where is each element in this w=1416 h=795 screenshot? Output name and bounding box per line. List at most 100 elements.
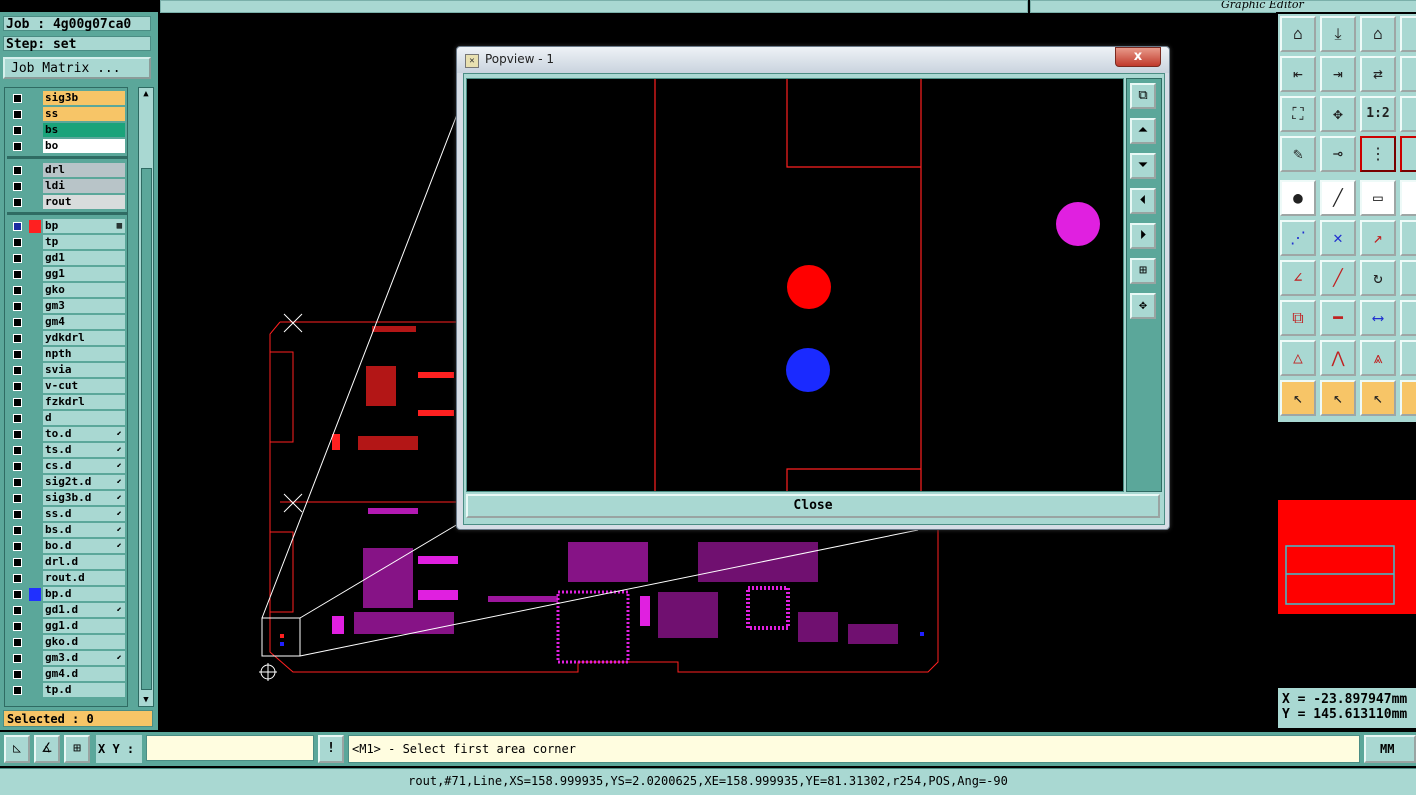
layer-checkbox[interactable] — [13, 478, 22, 487]
layer-row[interactable]: bp ▦ — [7, 219, 127, 234]
layer-row[interactable]: drl.d — [7, 555, 127, 570]
layer-row[interactable]: v-cut — [7, 379, 127, 394]
layer-name[interactable]: rout — [43, 195, 125, 209]
layer-checkbox[interactable] — [13, 590, 22, 599]
pan-right-icon[interactable]: ⏵ — [1130, 223, 1156, 249]
tool-clipped[interactable] — [1400, 96, 1416, 132]
layer-checkbox[interactable] — [13, 638, 22, 647]
layer-name[interactable]: gd1.d ⬋ — [43, 603, 125, 617]
layer-checkbox[interactable] — [13, 166, 22, 175]
layer-row[interactable]: to.d ⬋ — [7, 427, 127, 442]
triangle-up-icon[interactable]: ⋀ — [1320, 340, 1356, 376]
zoom-fit-icon[interactable]: ⧉ — [1130, 83, 1156, 109]
layer-row[interactable]: gm4 — [7, 315, 127, 330]
layer-name[interactable]: v-cut — [43, 379, 125, 393]
select-pad-icon[interactable]: ● — [1280, 180, 1316, 216]
layer-name[interactable]: ts.d ⬋ — [43, 443, 125, 457]
layer-checkbox[interactable] — [13, 446, 22, 455]
layer-list[interactable]: sig3b ss bs bo drl ldi rout bp ▦ tp gd1 gg1 gko gm3 gm… — [4, 87, 128, 707]
fit-window-icon[interactable]: ⛶ — [1280, 96, 1316, 132]
pan-down-icon[interactable]: ⏷ — [1130, 153, 1156, 179]
popview-canvas[interactable] — [466, 78, 1124, 492]
layer-row[interactable]: ss — [7, 107, 127, 122]
layer-row[interactable]: rout.d — [7, 571, 127, 586]
line-red-icon[interactable]: ╱ — [1320, 180, 1356, 216]
layer-name[interactable]: gm4 — [43, 315, 125, 329]
tool-clipped[interactable] — [1400, 16, 1416, 52]
alert-icon[interactable]: ! — [318, 735, 344, 763]
tool-clipped[interactable] — [1400, 56, 1416, 92]
layer-row[interactable]: cs.d ⬋ — [7, 459, 127, 474]
layer-name[interactable]: to.d ⬋ — [43, 427, 125, 441]
layer-name[interactable]: drl — [43, 163, 125, 177]
pointer-octagon-icon[interactable]: ↖ — [1360, 380, 1396, 416]
layer-checkbox[interactable] — [13, 654, 22, 663]
layer-name[interactable]: tp — [43, 235, 125, 249]
cross-icon[interactable]: ✕ — [1320, 220, 1356, 256]
move-point-icon[interactable]: ↗ — [1360, 220, 1396, 256]
layer-checkbox[interactable] — [13, 526, 22, 535]
layer-name[interactable]: rout.d — [43, 571, 125, 585]
layer-checkbox[interactable] — [13, 414, 22, 423]
ruler-icon[interactable]: ▭ — [1360, 180, 1396, 216]
tool-clipped[interactable] — [1400, 220, 1416, 256]
layer-checkbox[interactable] — [13, 430, 22, 439]
measure-icon[interactable]: ⟷ — [1360, 300, 1396, 336]
layer-row[interactable]: gko.d — [7, 635, 127, 650]
layer-name[interactable]: sig3b — [43, 91, 125, 105]
layer-checkbox[interactable] — [13, 302, 22, 311]
scroll-up-icon[interactable]: ▲ — [139, 88, 153, 100]
layer-row[interactable]: gm3 — [7, 299, 127, 314]
layer-name[interactable]: tp.d — [43, 683, 125, 697]
center-icon[interactable]: ✥ — [1320, 96, 1356, 132]
layer-row[interactable]: gko — [7, 283, 127, 298]
layer-checkbox[interactable] — [13, 366, 22, 375]
layer-name[interactable]: ydkdrl — [43, 331, 125, 345]
scroll-thumb[interactable] — [141, 168, 152, 690]
layer-row[interactable]: gd1.d ⬋ — [7, 603, 127, 618]
layer-name[interactable]: fzkdrl — [43, 395, 125, 409]
layer-checkbox[interactable] — [13, 462, 22, 471]
layer-name[interactable]: gd1 — [43, 251, 125, 265]
layer-name[interactable]: ss — [43, 107, 125, 121]
layer-row[interactable]: gm3.d ⬋ — [7, 651, 127, 666]
layer-name[interactable]: bp.d — [43, 587, 125, 601]
layer-checkbox[interactable] — [13, 222, 22, 231]
layer-name[interactable]: gm4.d — [43, 667, 125, 681]
job-matrix-button[interactable]: Job Matrix ... — [3, 57, 151, 79]
angle-icon[interactable]: ∠ — [1280, 260, 1316, 296]
snap-angle-icon[interactable]: ∡ — [34, 735, 60, 763]
layer-name[interactable]: sig3b.d ⬋ — [43, 491, 125, 505]
snap-intersect-icon[interactable]: ⊞ — [64, 735, 90, 763]
pointer-box-icon[interactable]: ↖ — [1320, 380, 1356, 416]
layer-checkbox[interactable] — [13, 494, 22, 503]
scroll-down-icon[interactable]: ▼ — [139, 694, 153, 706]
layer-row[interactable]: rout — [7, 195, 127, 210]
layer-checkbox[interactable] — [13, 126, 22, 135]
layer-name[interactable]: gko — [43, 283, 125, 297]
layer-checkbox[interactable] — [13, 398, 22, 407]
tool-clipped[interactable] — [1400, 340, 1416, 376]
layer-checkbox[interactable] — [13, 254, 22, 263]
layer-checkbox[interactable] — [13, 670, 22, 679]
layer-row[interactable]: ldi — [7, 179, 127, 194]
pan-up-icon[interactable]: ⏶ — [1130, 118, 1156, 144]
layer-scrollbar[interactable]: ▲ ▼ — [138, 87, 154, 707]
layer-checkbox[interactable] — [13, 350, 22, 359]
connect-icon[interactable]: ⋰ — [1280, 220, 1316, 256]
pan-left-icon[interactable]: ⏴ — [1130, 188, 1156, 214]
snap-right-icon[interactable]: ⇥ — [1320, 56, 1356, 92]
tool-clipped[interactable] — [1400, 380, 1416, 416]
layer-checkbox[interactable] — [13, 334, 22, 343]
pointer-icon[interactable]: ↖ — [1280, 380, 1316, 416]
layer-checkbox[interactable] — [13, 318, 22, 327]
layer-row[interactable]: ss.d ⬋ — [7, 507, 127, 522]
layer-name[interactable]: gg1 — [43, 267, 125, 281]
layer-name[interactable]: svia — [43, 363, 125, 377]
layer-row[interactable]: gg1.d — [7, 619, 127, 634]
save-icon[interactable]: ⤓ — [1320, 16, 1356, 52]
layer-row[interactable]: npth — [7, 347, 127, 362]
layer-name[interactable]: d — [43, 411, 125, 425]
rotate-icon[interactable]: ↻ — [1360, 260, 1396, 296]
layer-row[interactable]: bo — [7, 139, 127, 154]
